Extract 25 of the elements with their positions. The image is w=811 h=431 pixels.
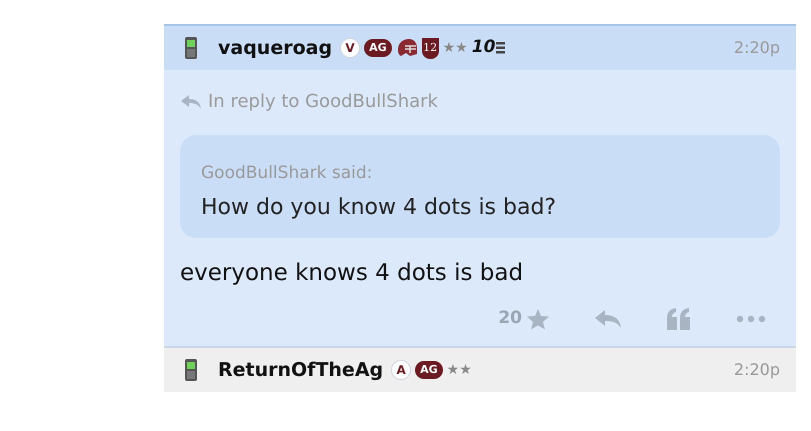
shield-badge: 12 bbox=[422, 38, 439, 58]
username[interactable]: vaqueroag bbox=[218, 34, 332, 62]
star-icon[interactable] bbox=[526, 308, 550, 330]
username[interactable]: ReturnOfTheAg bbox=[218, 356, 384, 384]
more-icon[interactable] bbox=[736, 315, 766, 323]
helmet-icon bbox=[396, 38, 418, 58]
quote-author: GoodBullShark said: bbox=[201, 162, 374, 185]
quote-icon[interactable] bbox=[666, 308, 692, 330]
rating-stars: ★★ bbox=[442, 38, 468, 58]
post-text: everyone knows 4 dots is bad bbox=[180, 258, 524, 288]
like-count: 20 bbox=[498, 307, 522, 330]
letter-badge: V bbox=[340, 38, 360, 58]
reply-icon bbox=[180, 94, 202, 110]
phone-icon bbox=[184, 36, 198, 60]
rank-bars-icon bbox=[496, 42, 506, 54]
reply-icon[interactable] bbox=[594, 309, 622, 329]
letter-badge: A bbox=[391, 360, 412, 380]
post-time: 2:20p bbox=[734, 37, 780, 59]
post-time: 2:20p bbox=[734, 359, 780, 381]
rank-number: 10 bbox=[472, 36, 496, 60]
team-badge: AG bbox=[364, 39, 392, 57]
phone-icon bbox=[184, 358, 198, 382]
rating-stars: ★★ bbox=[446, 360, 472, 380]
quote-text: How do you know 4 dots is bad? bbox=[201, 194, 558, 222]
team-badge: AG bbox=[415, 361, 443, 379]
